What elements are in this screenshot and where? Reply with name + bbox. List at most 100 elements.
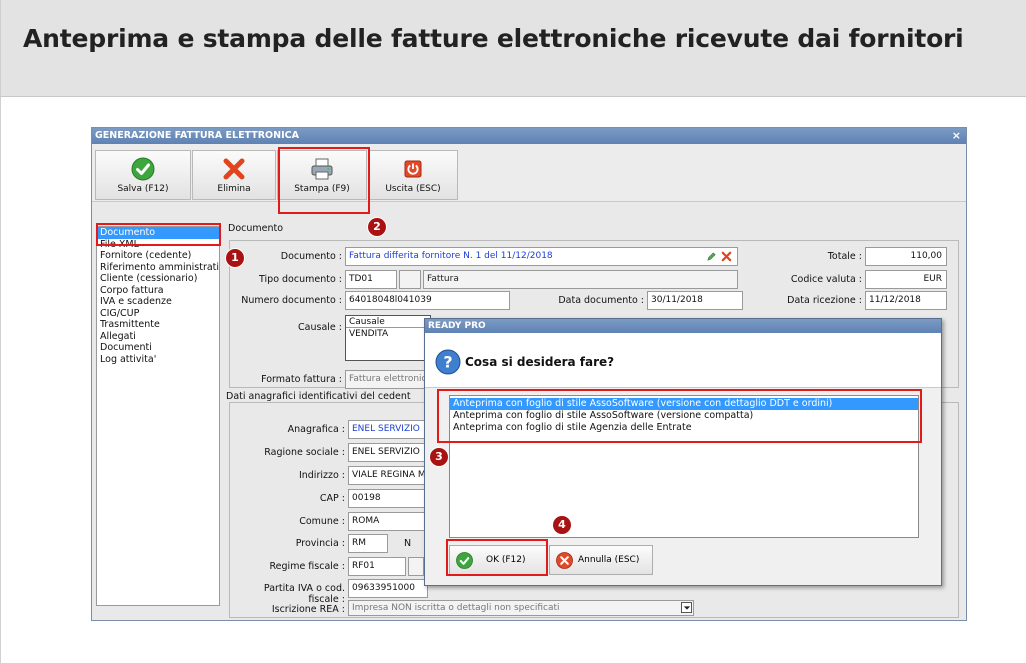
documento-label: Documento :: [280, 251, 342, 262]
print-label: Stampa (F9): [294, 184, 350, 194]
step-badge-1: 1: [226, 249, 244, 267]
iscrizione-rea-label: Iscrizione REA :: [271, 604, 345, 615]
pencil-icon[interactable]: [706, 251, 717, 262]
tipo-documento-lookup-button[interactable]: [399, 270, 421, 289]
anagrafica-label: Anagrafica :: [287, 424, 345, 435]
page-left-rule: [0, 97, 1, 663]
codice-valuta-field[interactable]: EUR: [865, 270, 947, 289]
iscrizione-rea-dropdown-button[interactable]: [681, 602, 692, 613]
codice-valuta-label: Codice valuta :: [790, 274, 862, 285]
ragione-sociale-label: Ragione sociale :: [264, 447, 345, 458]
exit-label: Uscita (ESC): [385, 184, 441, 194]
causale-label: Causale :: [298, 322, 342, 333]
data-documento-label: Data documento :: [558, 295, 644, 306]
tipo-documento-code[interactable]: TD01: [345, 270, 397, 289]
anagrafica-field[interactable]: ENEL SERVIZIO: [348, 420, 428, 439]
window-title: GENERAZIONE FATTURA ELETTRONICA: [95, 130, 299, 141]
provincia-field[interactable]: RM: [348, 534, 388, 553]
documento-group-label: Documento: [226, 223, 286, 234]
option-assosoftware-full[interactable]: Anteprima con foglio di stile AssoSoftwa…: [450, 398, 918, 410]
data-ricezione-label: Data ricezione :: [787, 295, 862, 306]
toolbar: Salva (F12) Elimina Stampa (F9) Uscita (…: [92, 144, 966, 202]
cedente-group-label: Dati anagrafici identificativi del ceden…: [224, 391, 413, 402]
formato-fattura-label: Formato fattura :: [261, 374, 342, 385]
save-button[interactable]: Salva (F12): [95, 150, 191, 200]
option-agenzia-entrate[interactable]: Anteprima con foglio di stile Agenzia de…: [450, 422, 918, 434]
regime-fiscale-lookup-button[interactable]: [408, 557, 424, 576]
step-badge-3: 3: [430, 448, 448, 466]
print-button[interactable]: Stampa (F9): [277, 150, 367, 200]
nav-item-documenti[interactable]: Documenti: [97, 342, 219, 354]
nav-item-riferimento[interactable]: Riferimento amministrativo: [97, 262, 219, 274]
totale-field[interactable]: 110,00: [865, 247, 947, 266]
nav-item-log[interactable]: Log attivita': [97, 354, 219, 366]
iscrizione-rea-select[interactable]: Impresa NON iscritta o dettagli non spec…: [348, 600, 694, 616]
nav-item-fornitore[interactable]: Fornitore (cedente): [97, 250, 219, 262]
documento-field[interactable]: Fattura differita fornitore N. 1 del 11/…: [345, 247, 738, 266]
page-header: Anteprima e stampa delle fatture elettro…: [0, 0, 1026, 97]
numero-documento-field[interactable]: 64018048l041039: [345, 291, 510, 310]
option-assosoftware-compact[interactable]: Anteprima con foglio di stile AssoSoftwa…: [450, 410, 918, 422]
window-close-button[interactable]: ×: [952, 128, 961, 144]
regime-fiscale-label: Regime fiscale :: [269, 561, 346, 572]
exit-button[interactable]: Uscita (ESC): [368, 150, 458, 200]
nav-item-cig-cup[interactable]: CIG/CUP: [97, 308, 219, 320]
power-icon: [404, 160, 422, 178]
delete-label: Elimina: [217, 184, 251, 194]
data-ricezione-field[interactable]: 11/12/2018: [865, 291, 947, 310]
cancel-label: Annulla (ESC): [578, 555, 640, 565]
svg-text:?: ?: [443, 353, 452, 372]
nazione-label: N: [404, 538, 412, 549]
dialog-header: ? Cosa si desidera fare?: [425, 333, 941, 388]
comune-field[interactable]: ROMA: [348, 512, 428, 531]
indirizzo-field[interactable]: VIALE REGINA M: [348, 466, 428, 485]
provincia-label: Provincia :: [295, 538, 345, 549]
comune-label: Comune :: [299, 516, 345, 527]
ok-label: OK (F12): [486, 555, 526, 565]
cap-field[interactable]: 00198: [348, 489, 428, 508]
totale-label: Totale :: [827, 251, 862, 262]
nav-item-iva-scadenze[interactable]: IVA e scadenze: [97, 296, 219, 308]
partita-iva-field[interactable]: 09633951000: [348, 579, 428, 598]
numero-documento-label: Numero documento :: [241, 295, 342, 306]
dialog-question: Cosa si desidera fare?: [465, 355, 615, 369]
cancel-button[interactable]: Annulla (ESC): [549, 545, 653, 575]
cancel-icon: [556, 552, 573, 569]
page-title: Anteprima e stampa delle fatture elettro…: [23, 24, 964, 53]
nav-item-corpo-fattura[interactable]: Corpo fattura: [97, 285, 219, 297]
tipo-documento-label: Tipo documento :: [259, 274, 342, 285]
delete-button[interactable]: Elimina: [192, 150, 276, 200]
checkmark-icon: [131, 157, 155, 181]
nav-item-file-xml[interactable]: File XML: [97, 239, 219, 251]
ok-button[interactable]: OK (F12): [449, 545, 547, 575]
iscrizione-rea-value: Impresa NON iscritta o dettagli non spec…: [352, 603, 560, 613]
chevron-down-icon: [683, 606, 691, 610]
nav-item-allegati[interactable]: Allegati: [97, 331, 219, 343]
causale-grid-row[interactable]: VENDITA: [346, 328, 430, 340]
nav-item-documento[interactable]: Documento: [97, 227, 219, 239]
question-icon: ?: [435, 349, 461, 375]
regime-fiscale-field[interactable]: RF01: [348, 557, 406, 576]
documento-value: Fattura differita fornitore N. 1 del 11/…: [349, 251, 553, 261]
window-title-bar: GENERAZIONE FATTURA ELETTRONICA ×: [92, 128, 966, 144]
causale-grid[interactable]: Causale VENDITA: [345, 315, 431, 361]
ragione-sociale-field[interactable]: ENEL SERVIZIO: [348, 443, 428, 462]
nav-item-cliente[interactable]: Cliente (cessionario): [97, 273, 219, 285]
preview-options-list: Anteprima con foglio di stile AssoSoftwa…: [449, 395, 919, 538]
action-dialog: READY PRO ? Cosa si desidera fare? Antep…: [424, 318, 942, 586]
formato-fattura-field[interactable]: Fattura elettronica: [345, 370, 435, 389]
partita-iva-label: Partita IVA o cod. fiscale :: [263, 583, 345, 605]
step-badge-4: 4: [553, 516, 571, 534]
tipo-documento-desc: Fattura: [423, 270, 738, 289]
printer-icon: [311, 158, 333, 180]
cap-label: CAP :: [319, 493, 345, 504]
save-label: Salva (F12): [117, 184, 169, 194]
nav-item-trasmittente[interactable]: Trasmittente: [97, 319, 219, 331]
section-nav: Documento File XML Fornitore (cedente) R…: [96, 226, 220, 606]
data-documento-field[interactable]: 30/11/2018: [647, 291, 743, 310]
indirizzo-label: Indirizzo :: [298, 470, 345, 481]
checkmark-icon: [456, 552, 473, 569]
delete-x-icon: [223, 158, 245, 180]
clear-x-icon[interactable]: [721, 251, 732, 262]
step-badge-2: 2: [368, 218, 386, 236]
